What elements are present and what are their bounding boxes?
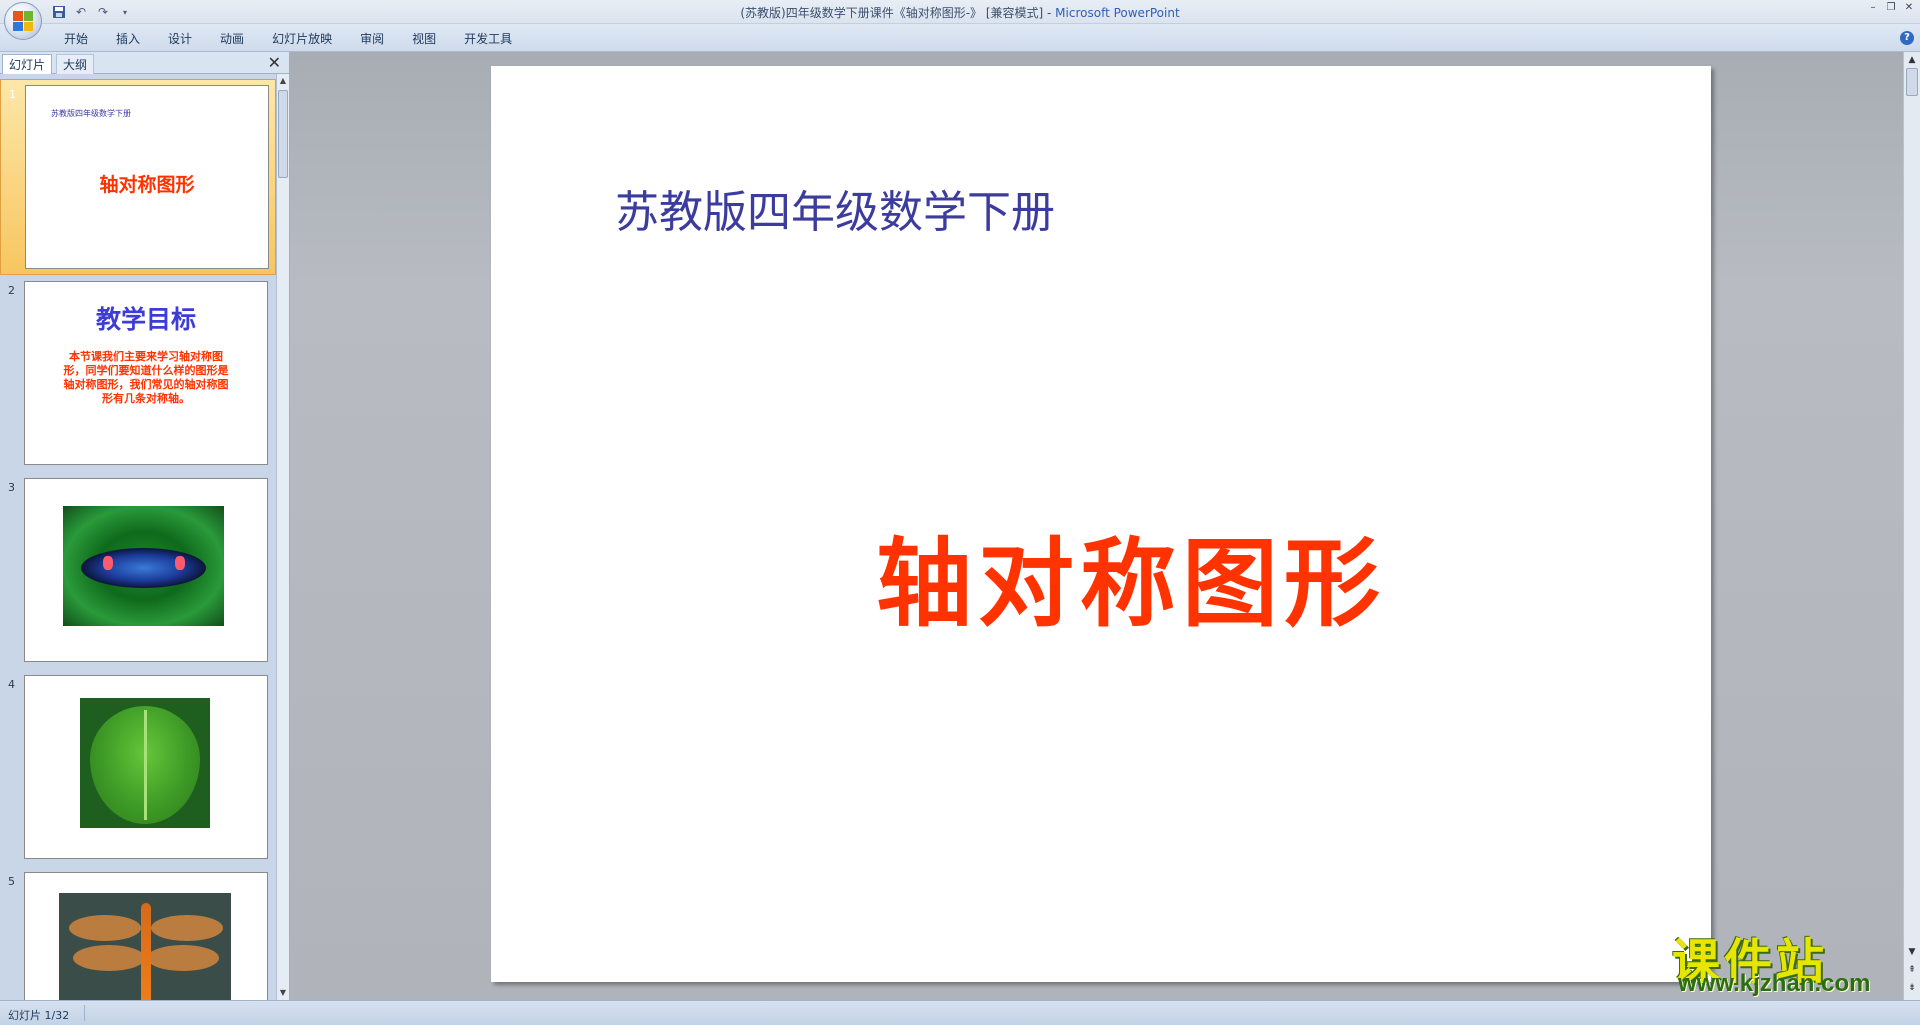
next-slide-icon[interactable]: ⇟	[1904, 980, 1920, 996]
slide-thumbnail-image	[24, 478, 268, 662]
title-bar: ↶ ↷ ▾ (苏教版)四年级数学下册课件《轴对称图形-》 [兼容模式] - Mi…	[0, 0, 1920, 24]
watermark-url: www.kjzhan.com	[1678, 970, 1871, 997]
watermark-logo: 课件站 www.kjzhan.com	[1672, 922, 1904, 998]
slide-number: 3	[8, 481, 15, 494]
tab-design[interactable]: 设计	[154, 30, 206, 48]
slide-thumbnail-5[interactable]: 5	[0, 867, 276, 1000]
tab-slides[interactable]: 幻灯片	[2, 54, 53, 74]
tab-home[interactable]: 开始	[50, 30, 102, 48]
office-logo-icon	[13, 11, 33, 31]
scroll-thumb[interactable]	[1906, 68, 1918, 96]
slides-panel: 幻灯片 大纲 ✕ 1 苏教版四年级数学下册 轴对称图形 2 教学目标 本节课我们…	[0, 52, 289, 1000]
slide-thumbnail-image: 苏教版四年级数学下册 轴对称图形	[25, 85, 269, 269]
slide-number: 1	[9, 88, 16, 101]
scroll-down-icon[interactable]: ▼	[277, 986, 289, 1000]
close-icon[interactable]: ✕	[268, 54, 281, 72]
scroll-down-icon[interactable]: ▼	[1904, 944, 1920, 960]
app-name: Microsoft PowerPoint	[1055, 6, 1180, 20]
slide-number: 5	[8, 875, 15, 888]
thumb-title: 教学目标	[95, 305, 196, 334]
minimize-icon[interactable]: –	[1866, 2, 1880, 14]
thumb-title: 轴对称图形	[99, 174, 195, 196]
leaf-photo	[80, 698, 210, 828]
current-slide[interactable]: 苏教版四年级数学下册 轴对称图形	[491, 66, 1711, 982]
tab-developer[interactable]: 开发工具	[450, 30, 526, 48]
window-title: (苏教版)四年级数学下册课件《轴对称图形-》 [兼容模式] - Microsof…	[0, 4, 1920, 21]
thumb-subtitle: 苏教版四年级数学下册	[51, 109, 131, 118]
slide-thumbnail-2[interactable]: 2 教学目标 本节课我们主要来学习轴对称图形，同学们要知道什么样的图形是轴对称图…	[0, 276, 276, 472]
vertical-scrollbar[interactable]: ▲ ▼ ⇞ ⇟	[1903, 52, 1920, 1000]
slide-thumbnail-image	[24, 675, 268, 859]
slide-counter: 幻灯片 1/32	[8, 1009, 70, 1022]
tab-slideshow[interactable]: 幻灯片放映	[258, 30, 346, 48]
slide-thumbnail-4[interactable]: 4	[0, 670, 276, 866]
status-bar: 幻灯片 1/32	[0, 1000, 1920, 1025]
ribbon-tabs: 开始 插入 设计 动画 幻灯片放映 审阅 视图 开发工具 ?	[0, 24, 1920, 52]
slide-number: 4	[8, 678, 15, 691]
tab-outline[interactable]: 大纲	[56, 54, 95, 74]
thumb-body: 本节课我们主要来学习轴对称图形，同学们要知道什么样的图形是轴对称图形，我们常见的…	[63, 350, 229, 405]
tab-insert[interactable]: 插入	[102, 30, 154, 48]
slide-number: 2	[8, 284, 15, 297]
slide-thumbnail-image: 教学目标 本节课我们主要来学习轴对称图形，同学们要知道什么样的图形是轴对称图形，…	[24, 281, 268, 465]
thumbnail-list: 1 苏教版四年级数学下册 轴对称图形 2 教学目标 本节课我们主要来学习轴对称图…	[0, 74, 276, 1000]
scroll-thumb[interactable]	[278, 90, 288, 178]
panel-tabs: 幻灯片 大纲 ✕	[0, 52, 289, 74]
scroll-up-icon[interactable]: ▲	[1904, 52, 1920, 68]
slide-editor: 苏教版四年级数学下册 轴对称图形	[290, 52, 1903, 1000]
window-controls: – ❐ ✕	[1866, 2, 1916, 14]
tab-review[interactable]: 审阅	[346, 30, 398, 48]
help-icon[interactable]: ?	[1900, 31, 1914, 45]
slide-title[interactable]: 轴对称图形	[491, 506, 1711, 645]
previous-slide-icon[interactable]: ⇞	[1904, 962, 1920, 978]
office-button[interactable]	[4, 2, 42, 40]
tab-view[interactable]: 视图	[398, 30, 450, 48]
scroll-up-icon[interactable]: ▲	[277, 74, 289, 88]
slide-thumbnail-3[interactable]: 3	[0, 473, 276, 669]
close-icon[interactable]: ✕	[1902, 2, 1916, 14]
document-title: (苏教版)四年级数学下册课件《轴对称图形-》 [兼容模式] -	[740, 6, 1056, 20]
slide-thumbnail-1[interactable]: 1 苏教版四年级数学下册 轴对称图形	[0, 79, 276, 275]
slide-subtitle[interactable]: 苏教版四年级数学下册	[615, 176, 1055, 240]
status-divider	[84, 1005, 85, 1021]
slide-thumbnail-image	[24, 872, 268, 1000]
tab-animations[interactable]: 动画	[206, 30, 258, 48]
thumbnail-scrollbar[interactable]: ▲ ▼	[276, 74, 289, 1000]
butterfly-photo	[63, 506, 224, 626]
dragonfly-photo	[59, 893, 231, 1000]
restore-icon[interactable]: ❐	[1884, 2, 1898, 14]
